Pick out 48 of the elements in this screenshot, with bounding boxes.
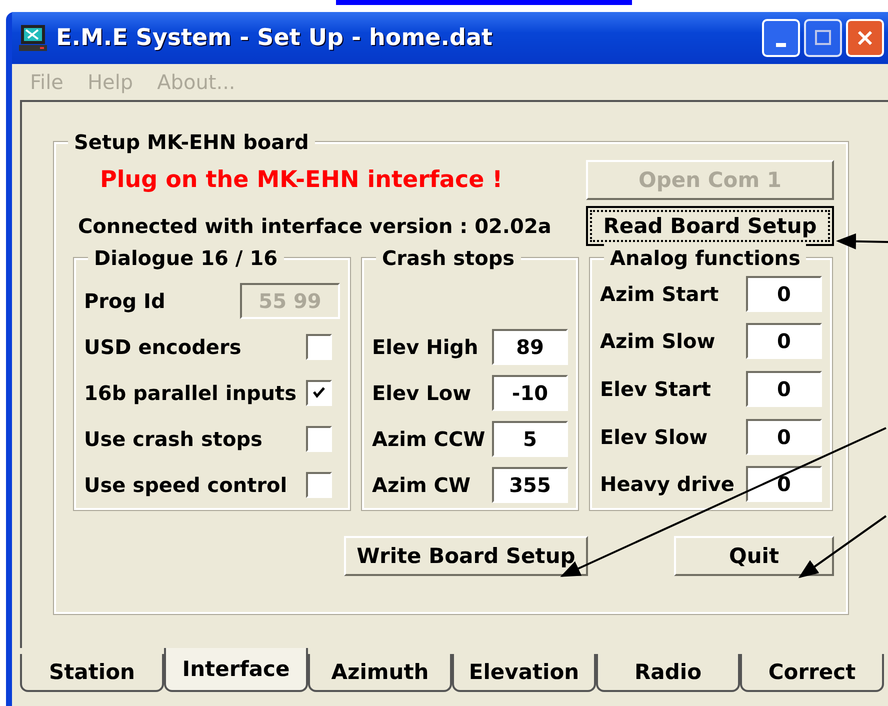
input-field[interactable]: 5 [492, 421, 568, 457]
checkbox-label: 16b parallel inputs [84, 381, 296, 405]
input-field[interactable]: 0 [746, 466, 822, 502]
input-field[interactable]: 0 [746, 418, 822, 455]
group-title: Analog functions [604, 244, 806, 272]
read-board-setup-button[interactable]: Read Board Setup [586, 206, 834, 246]
computer-icon [18, 23, 48, 53]
annotation-arrow [836, 233, 888, 250]
input-field[interactable]: 0 [746, 276, 822, 312]
checkbox[interactable] [306, 334, 332, 360]
minimize-button[interactable] [762, 19, 800, 57]
window-title: E.M.E System - Set Up - home.dat [56, 25, 492, 51]
tab[interactable]: Station [20, 654, 164, 692]
warning-text: Plug on the MK-EHN interface ! [100, 167, 503, 193]
input-field[interactable]: 89 [492, 329, 568, 365]
checkbox-label: Use speed control [84, 473, 288, 497]
checkbox-label: Use crash stops [84, 427, 262, 451]
field-label: Elev High [372, 335, 478, 359]
tab[interactable]: Elevation [452, 654, 596, 692]
field-label: Azim Slow [600, 329, 716, 354]
tab[interactable]: Radio [596, 654, 740, 692]
tab[interactable]: Interface [164, 648, 308, 692]
field-label: Azim CW [372, 473, 471, 497]
field-label: Prog Id [84, 289, 166, 313]
input-field[interactable]: 0 [746, 370, 822, 407]
checkbox[interactable] [306, 380, 332, 406]
field-label: Azim CCW [372, 427, 486, 451]
input-field[interactable]: 355 [492, 467, 568, 503]
checkbox[interactable] [306, 472, 332, 498]
status-text: Connected with interface version : 02.02a [78, 214, 552, 238]
tab[interactable]: Correct [740, 654, 884, 692]
input-field[interactable]: -10 [492, 375, 568, 411]
input-field[interactable]: 0 [746, 323, 822, 360]
write-board-setup-button[interactable]: Write Board Setup [344, 536, 588, 576]
checkbox[interactable] [306, 426, 332, 452]
field-label: Azim Start [600, 282, 719, 306]
maximize-icon [814, 29, 832, 47]
minimize-icon [776, 43, 786, 47]
field-label: Elev Low [372, 381, 472, 405]
quit-button[interactable]: Quit [674, 536, 834, 576]
field-label: Elev Start [600, 376, 711, 401]
maximize-button[interactable] [804, 19, 842, 57]
tab[interactable]: Azimuth [308, 654, 452, 692]
close-icon [856, 29, 874, 47]
checkbox-label: USD encoders [84, 335, 242, 359]
field-label: Elev Slow [600, 424, 708, 449]
close-button[interactable] [846, 19, 884, 57]
field-label: Heavy drive [600, 472, 734, 496]
